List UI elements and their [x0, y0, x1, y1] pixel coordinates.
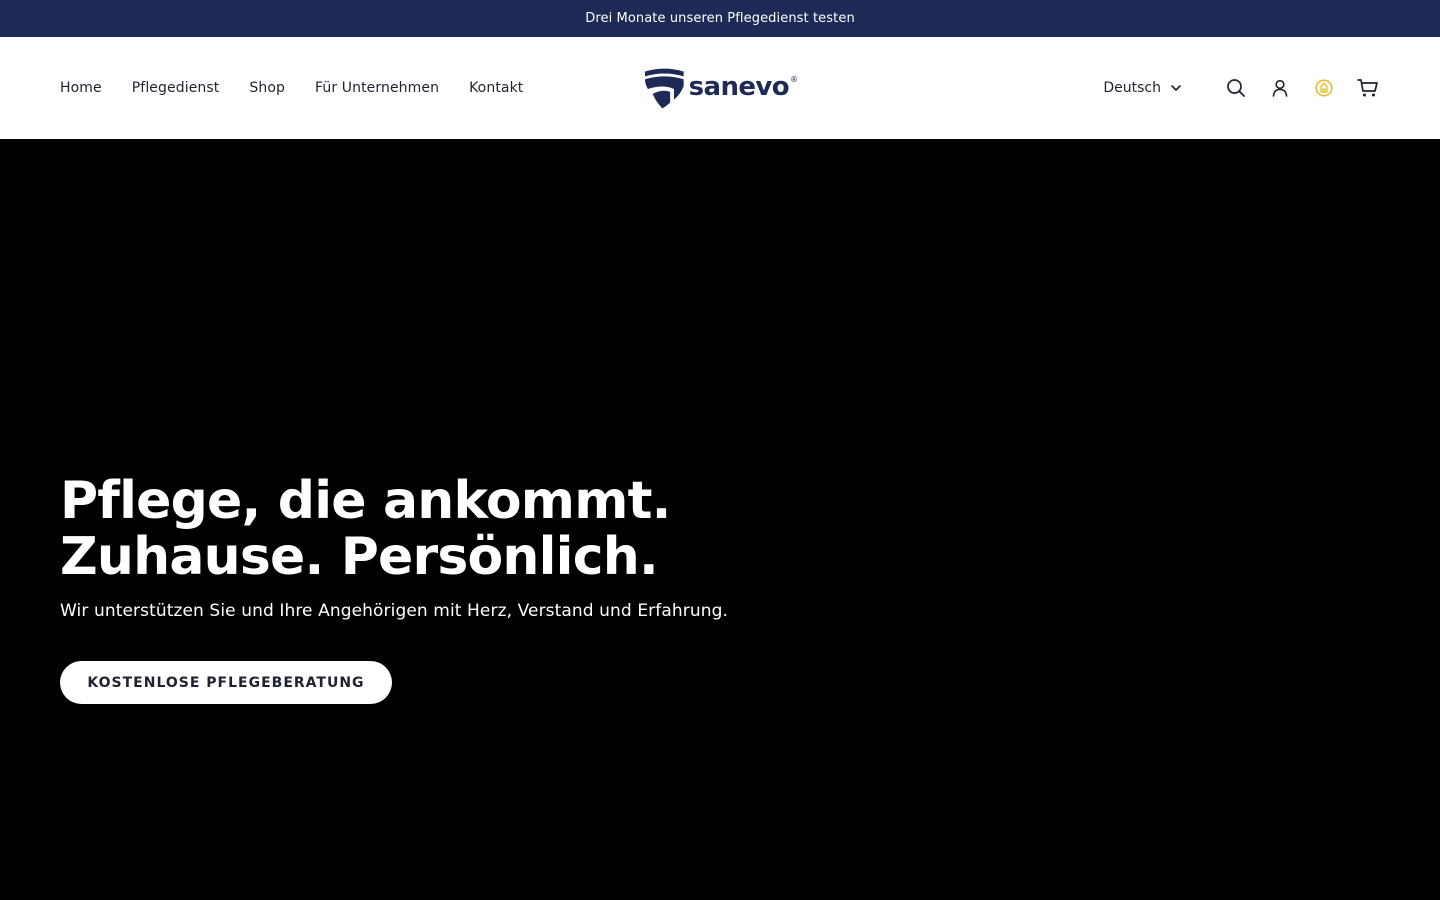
free-care-consultation-button[interactable]: KOSTENLOSE PFLEGEBERATUNG: [60, 661, 392, 704]
language-selector[interactable]: Deutsch: [1103, 80, 1182, 96]
account-button[interactable]: [1266, 74, 1294, 102]
main-nav: Home Pflegedienst Shop Für Unternehmen K…: [60, 37, 523, 139]
rewards-button[interactable]: [1310, 74, 1338, 102]
nav-item-home[interactable]: Home: [60, 80, 102, 96]
nav-item-pflegedienst[interactable]: Pflegedienst: [132, 80, 220, 96]
cart-icon: [1357, 79, 1378, 97]
hero-title-line-1: Pflege, die ankommt.: [60, 471, 671, 531]
chevron-down-icon: [1171, 85, 1181, 91]
announcement-bar: Drei Monate unseren Pflegedienst testen: [0, 0, 1440, 37]
nav-item-kontakt[interactable]: Kontakt: [469, 80, 523, 96]
site-logo[interactable]: sanevo ®: [644, 66, 798, 110]
site-header: Home Pflegedienst Shop Für Unternehmen K…: [0, 37, 1440, 139]
nav-item-shop[interactable]: Shop: [249, 80, 285, 96]
hero-title-line-2: Zuhause. Persönlich.: [60, 527, 659, 587]
shield-logo-icon: [644, 68, 684, 109]
hero-section: Pflege, die ankommt. Zuhause. Persönlich…: [0, 139, 1440, 900]
announcement-link[interactable]: Drei Monate unseren Pflegedienst testen: [585, 11, 855, 26]
header-tools: Deutsch: [1103, 37, 1382, 139]
cart-button[interactable]: [1354, 74, 1382, 102]
rewards-icon: [1315, 79, 1333, 97]
hero-title: Pflege, die ankommt. Zuhause. Persönlich…: [60, 473, 960, 585]
registered-mark: ®: [790, 75, 798, 84]
hero-subtitle: Wir unterstützen Sie und Ihre Angehörige…: [60, 601, 728, 621]
search-button[interactable]: [1222, 74, 1250, 102]
nav-item-fuer-unternehmen[interactable]: Für Unternehmen: [315, 80, 439, 96]
logo-wordmark: sanevo: [688, 72, 790, 102]
search-icon: [1227, 79, 1245, 97]
account-icon: [1272, 79, 1288, 97]
language-label: Deutsch: [1103, 80, 1161, 96]
